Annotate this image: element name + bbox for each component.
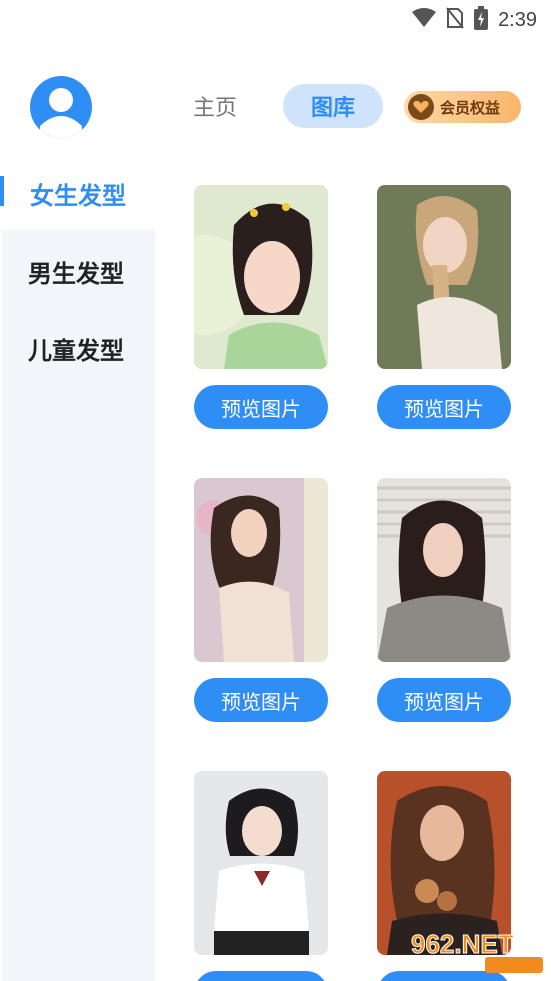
watermark-logo: 962.NET: [409, 927, 545, 973]
battery-charging-icon: [474, 6, 489, 34]
vip-benefits-button[interactable]: 会员权益: [404, 91, 521, 123]
tab-gallery[interactable]: 图库: [283, 84, 383, 128]
hairstyle-photo[interactable]: [377, 478, 511, 662]
active-indicator: [0, 176, 4, 206]
sidebar-item-boys-hairstyles[interactable]: 男生发型: [28, 254, 124, 289]
svg-text:962.NET: 962.NET: [411, 929, 514, 959]
hairstyle-photo[interactable]: [377, 185, 511, 369]
heart-icon: [408, 94, 434, 120]
user-icon: [40, 88, 82, 138]
preview-image-button[interactable]: 预览图片: [377, 385, 511, 429]
preview-image-button[interactable]: 预览图片: [194, 971, 328, 981]
preview-image-button[interactable]: 预览图片: [377, 678, 511, 722]
status-icons: 2:39: [412, 6, 537, 34]
hairstyle-photo[interactable]: [194, 185, 328, 369]
tab-home[interactable]: 主页: [193, 90, 237, 122]
category-sidebar: 女生发型 男生发型 儿童发型: [0, 160, 155, 981]
wifi-icon: [412, 8, 437, 32]
sidebar-item-girls-hairstyles[interactable]: 女生发型: [0, 160, 155, 230]
preview-image-button[interactable]: 预览图片: [194, 678, 328, 722]
sidebar-item-label: 女生发型: [30, 182, 126, 210]
status-time: 2:39: [498, 8, 537, 31]
avatar[interactable]: [30, 76, 92, 138]
preview-image-button[interactable]: 预览图片: [194, 385, 328, 429]
no-sim-icon: [446, 7, 464, 33]
hairstyle-photo[interactable]: [194, 771, 328, 955]
vip-benefits-label: 会员权益: [440, 98, 501, 117]
sidebar-item-kids-hairstyles[interactable]: 儿童发型: [28, 331, 124, 366]
hairstyle-photo[interactable]: [194, 478, 328, 662]
status-bar: 2:39: [0, 0, 551, 40]
